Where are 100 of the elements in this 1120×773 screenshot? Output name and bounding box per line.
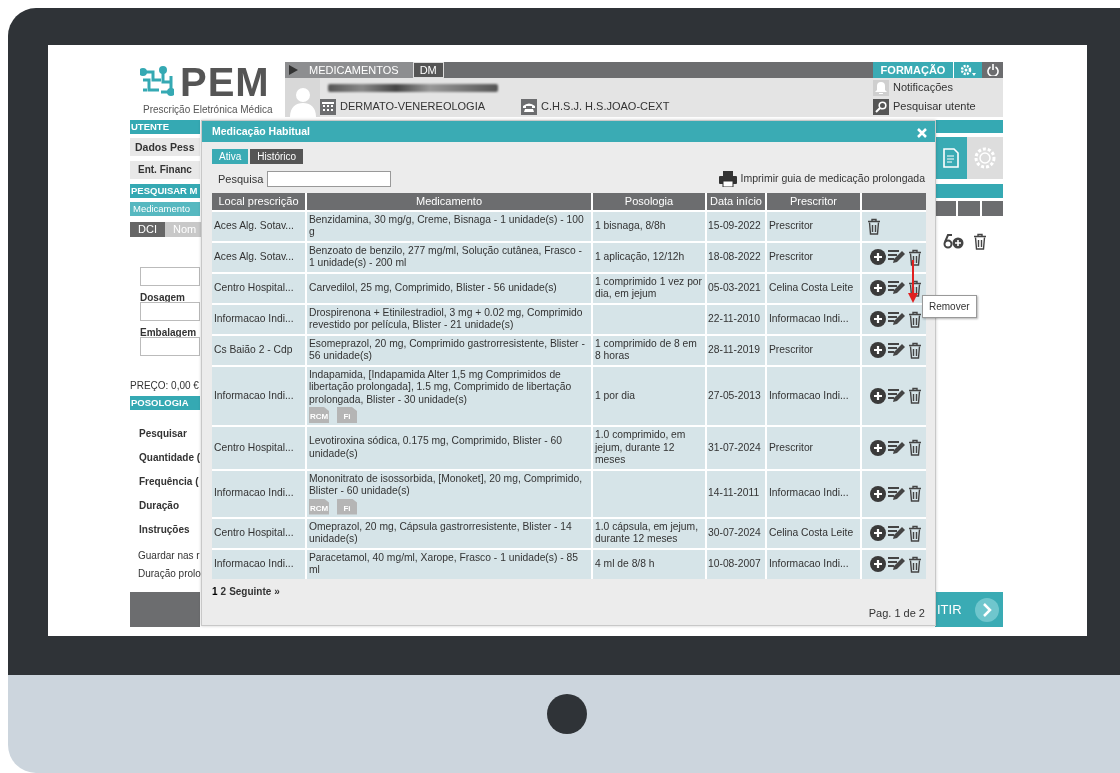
table-cell: 30-07-2024 bbox=[707, 516, 767, 548]
tooltip: Remover bbox=[922, 295, 977, 318]
table-cell: 22-11-2010 bbox=[707, 302, 767, 334]
section-row[interactable]: Ent. Financ bbox=[130, 161, 200, 179]
edit-icon[interactable] bbox=[888, 556, 906, 572]
table-cell: Centro Hospital... bbox=[212, 271, 307, 303]
info-text: Guardar nas r bbox=[138, 549, 200, 563]
table-cell: Informacao Indi... bbox=[767, 468, 862, 517]
add-icon[interactable] bbox=[870, 249, 886, 265]
add-icon[interactable] bbox=[870, 311, 886, 327]
edit-icon[interactable] bbox=[888, 342, 906, 358]
notifications-link[interactable]: Notificações bbox=[873, 78, 1003, 97]
modal-title: Medicação Habitual bbox=[212, 123, 311, 139]
search-patient-link[interactable]: Pesquisar utente bbox=[873, 97, 1003, 116]
table-cell: Prescritor bbox=[767, 240, 862, 272]
edit-icon[interactable] bbox=[888, 485, 906, 502]
column-header bbox=[862, 193, 926, 210]
trash-icon[interactable] bbox=[908, 524, 922, 542]
section-heading: POSOLOGIA bbox=[130, 396, 200, 410]
table-cell: Paracetamol, 40 mg/ml, Xarope, Frasco - 1 unidade(s) - 85 ml bbox=[307, 547, 593, 579]
trash-icon[interactable] bbox=[908, 387, 922, 405]
trash-icon[interactable] bbox=[908, 485, 922, 502]
field-label: Instruções bbox=[139, 523, 191, 534]
input-field[interactable] bbox=[140, 267, 200, 286]
column-header: Posologia bbox=[593, 193, 707, 210]
table-cell: Informacao Indi... bbox=[212, 302, 307, 334]
column-header: Local prescrição bbox=[212, 193, 307, 210]
add-icon[interactable] bbox=[870, 387, 886, 404]
institution-text: C.H.S.J. H.S.JOAO-CEXT bbox=[541, 99, 670, 115]
trash-icon[interactable] bbox=[867, 217, 881, 235]
edit-icon[interactable] bbox=[888, 280, 906, 296]
mode-label: FORMAÇÃO bbox=[879, 62, 947, 78]
section-heading: PESQUISAR M bbox=[130, 184, 200, 198]
print-link[interactable]: Imprimir guia de medicação prolongada bbox=[718, 171, 925, 187]
table-cell: Informacao Indi... bbox=[767, 547, 862, 579]
table-cell: Informacao Indi... bbox=[767, 302, 862, 334]
add-icon[interactable] bbox=[870, 439, 886, 456]
table-cell: Aces Alg. Sotav... bbox=[212, 240, 307, 272]
trash-icon[interactable] bbox=[908, 555, 922, 573]
table-cell: Esomeprazol, 20 mg, Comprimido gastrorresistente, Blister - 56 unidade(s) bbox=[307, 333, 593, 365]
power-icon[interactable] bbox=[986, 64, 999, 76]
play-icon bbox=[289, 65, 299, 75]
table-cell: 18-08-2022 bbox=[707, 240, 767, 272]
add-icon[interactable] bbox=[870, 485, 886, 502]
printer-icon bbox=[718, 171, 737, 187]
table-cell: 1 por dia bbox=[593, 364, 707, 425]
add-icon[interactable] bbox=[870, 525, 886, 541]
table-cell: 4 ml de 8/8 h bbox=[593, 547, 707, 579]
table-cell: Levotiroxina sódica, 0.175 mg, Comprimido, Blister - 60 unidade(s) bbox=[307, 425, 593, 469]
glasses-plus-icon[interactable] bbox=[943, 233, 965, 249]
trash-icon[interactable] bbox=[908, 248, 922, 266]
trash-icon[interactable] bbox=[973, 233, 987, 250]
field-label: Quantidade ( bbox=[139, 451, 200, 462]
info-text: PREÇO: 0,00 € bbox=[130, 379, 200, 393]
section-heading: UTENTE bbox=[130, 120, 200, 134]
specialty-text: DERMATO-VENEREOLOGIA bbox=[340, 99, 486, 115]
field-label: Dosagem bbox=[140, 291, 186, 302]
person-silhouette-icon bbox=[288, 85, 317, 117]
pointer-arrow bbox=[908, 260, 918, 304]
page-link[interactable]: 2 bbox=[220, 583, 227, 599]
table-cell: 31-07-2024 bbox=[707, 425, 767, 469]
table-header-strip bbox=[935, 201, 1003, 216]
edit-icon[interactable] bbox=[888, 249, 906, 265]
table-cell: Prescritor bbox=[767, 209, 862, 241]
page-link[interactable]: 1 bbox=[212, 583, 218, 599]
add-icon[interactable] bbox=[870, 342, 886, 358]
table-cell: Omeprazol, 20 mg, Cápsula gastrorresistente, Blister - 14 unidade(s) bbox=[307, 516, 593, 548]
field-label: Pesquisar bbox=[139, 427, 188, 438]
modal-tab[interactable]: Histórico bbox=[250, 149, 304, 164]
search-field[interactable] bbox=[267, 171, 392, 187]
table-cell: 28-11-2019 bbox=[707, 333, 767, 365]
edit-icon[interactable] bbox=[888, 387, 906, 404]
edit-icon[interactable] bbox=[888, 311, 906, 327]
add-icon[interactable] bbox=[870, 280, 886, 296]
trash-icon[interactable] bbox=[908, 439, 922, 457]
edit-icon[interactable] bbox=[888, 525, 906, 541]
trash-icon[interactable] bbox=[908, 310, 922, 328]
column-header: Prescritor bbox=[767, 193, 862, 210]
input-field[interactable] bbox=[140, 337, 200, 356]
column-header: Data início bbox=[707, 193, 767, 210]
field-label: Embalagem bbox=[140, 326, 198, 337]
edit-icon[interactable] bbox=[888, 439, 906, 456]
field-label: Duração bbox=[139, 499, 180, 510]
column-header: Medicamento bbox=[307, 193, 593, 210]
settings-icon[interactable] bbox=[959, 63, 977, 77]
input-field[interactable] bbox=[140, 302, 200, 321]
table-cell: 1 bisnaga, 8/8h bbox=[593, 209, 707, 241]
chevron-right-icon bbox=[982, 602, 992, 617]
table-cell: Centro Hospital... bbox=[212, 425, 307, 469]
section-bar bbox=[935, 184, 1003, 198]
next-page-link[interactable]: Seguinte » bbox=[229, 583, 280, 599]
table-cell: 1.0 comprimido, em jejum, durante 12 meses bbox=[593, 425, 707, 469]
search-type-tab[interactable]: DCI bbox=[130, 222, 165, 237]
section-row[interactable]: Dados Pess bbox=[130, 138, 200, 156]
nav-tab[interactable]: DM bbox=[412, 62, 444, 78]
trash-icon[interactable] bbox=[908, 341, 922, 359]
add-icon[interactable] bbox=[870, 556, 886, 572]
close-icon bbox=[917, 127, 927, 138]
table-cell: Prescritor bbox=[767, 425, 862, 469]
table-cell: 05-03-2021 bbox=[707, 271, 767, 303]
